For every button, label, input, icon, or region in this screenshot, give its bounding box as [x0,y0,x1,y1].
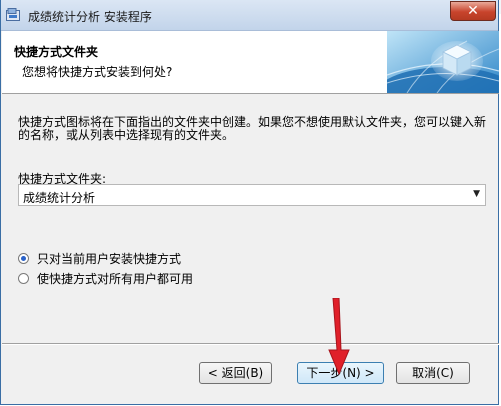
wizard-content: 快捷方式图标将在下面指出的文件夹中创建。如果您不想使用默认文件夹，您可以键入新的… [2,94,499,342]
description-text: 快捷方式图标将在下面指出的文件夹中创建。如果您不想使用默认文件夹，您可以键入新的… [18,115,487,142]
close-icon: ✕ [467,3,479,19]
globe-cube-icon [387,31,499,93]
radio-button-checked[interactable] [18,252,29,264]
footer-divider-highlight [2,344,499,345]
close-button[interactable]: ✕ [450,1,496,21]
installer-window: 成绩统计分析 安装程序 ✕ 快捷方式文件夹 您想将快捷方式安装到何处? 快捷方式… [0,0,499,405]
folder-dropdown-value: 成绩统计分析 [23,191,96,205]
cancel-button[interactable]: 取消(C) [396,362,470,384]
window-title: 成绩统计分析 安装程序 [28,10,152,24]
radio-button-unchecked[interactable] [18,272,29,284]
radio-all-users[interactable]: 使快捷方式对所有用户都可用 [18,270,193,286]
page-title: 快捷方式文件夹 [14,45,99,59]
radio-label: 只对当前用户安装快捷方式 [37,251,182,266]
radio-label: 使快捷方式对所有用户都可用 [37,271,194,286]
radio-current-user[interactable]: 只对当前用户安装快捷方式 [18,250,181,266]
installer-icon [6,8,20,21]
title-bar[interactable]: 成绩统计分析 安装程序 ✕ [1,0,498,31]
chevron-down-icon[interactable]: ▼ [473,189,480,199]
folder-dropdown[interactable]: 成绩统计分析 ▼ [18,184,486,206]
page-subtitle: 您想将快捷方式安装到何处? [22,65,173,79]
wizard-header: 快捷方式文件夹 您想将快捷方式安装到何处? [2,31,499,94]
back-button[interactable]: < 返回(B) [199,362,272,384]
red-arrow-cursor-icon [328,298,350,376]
